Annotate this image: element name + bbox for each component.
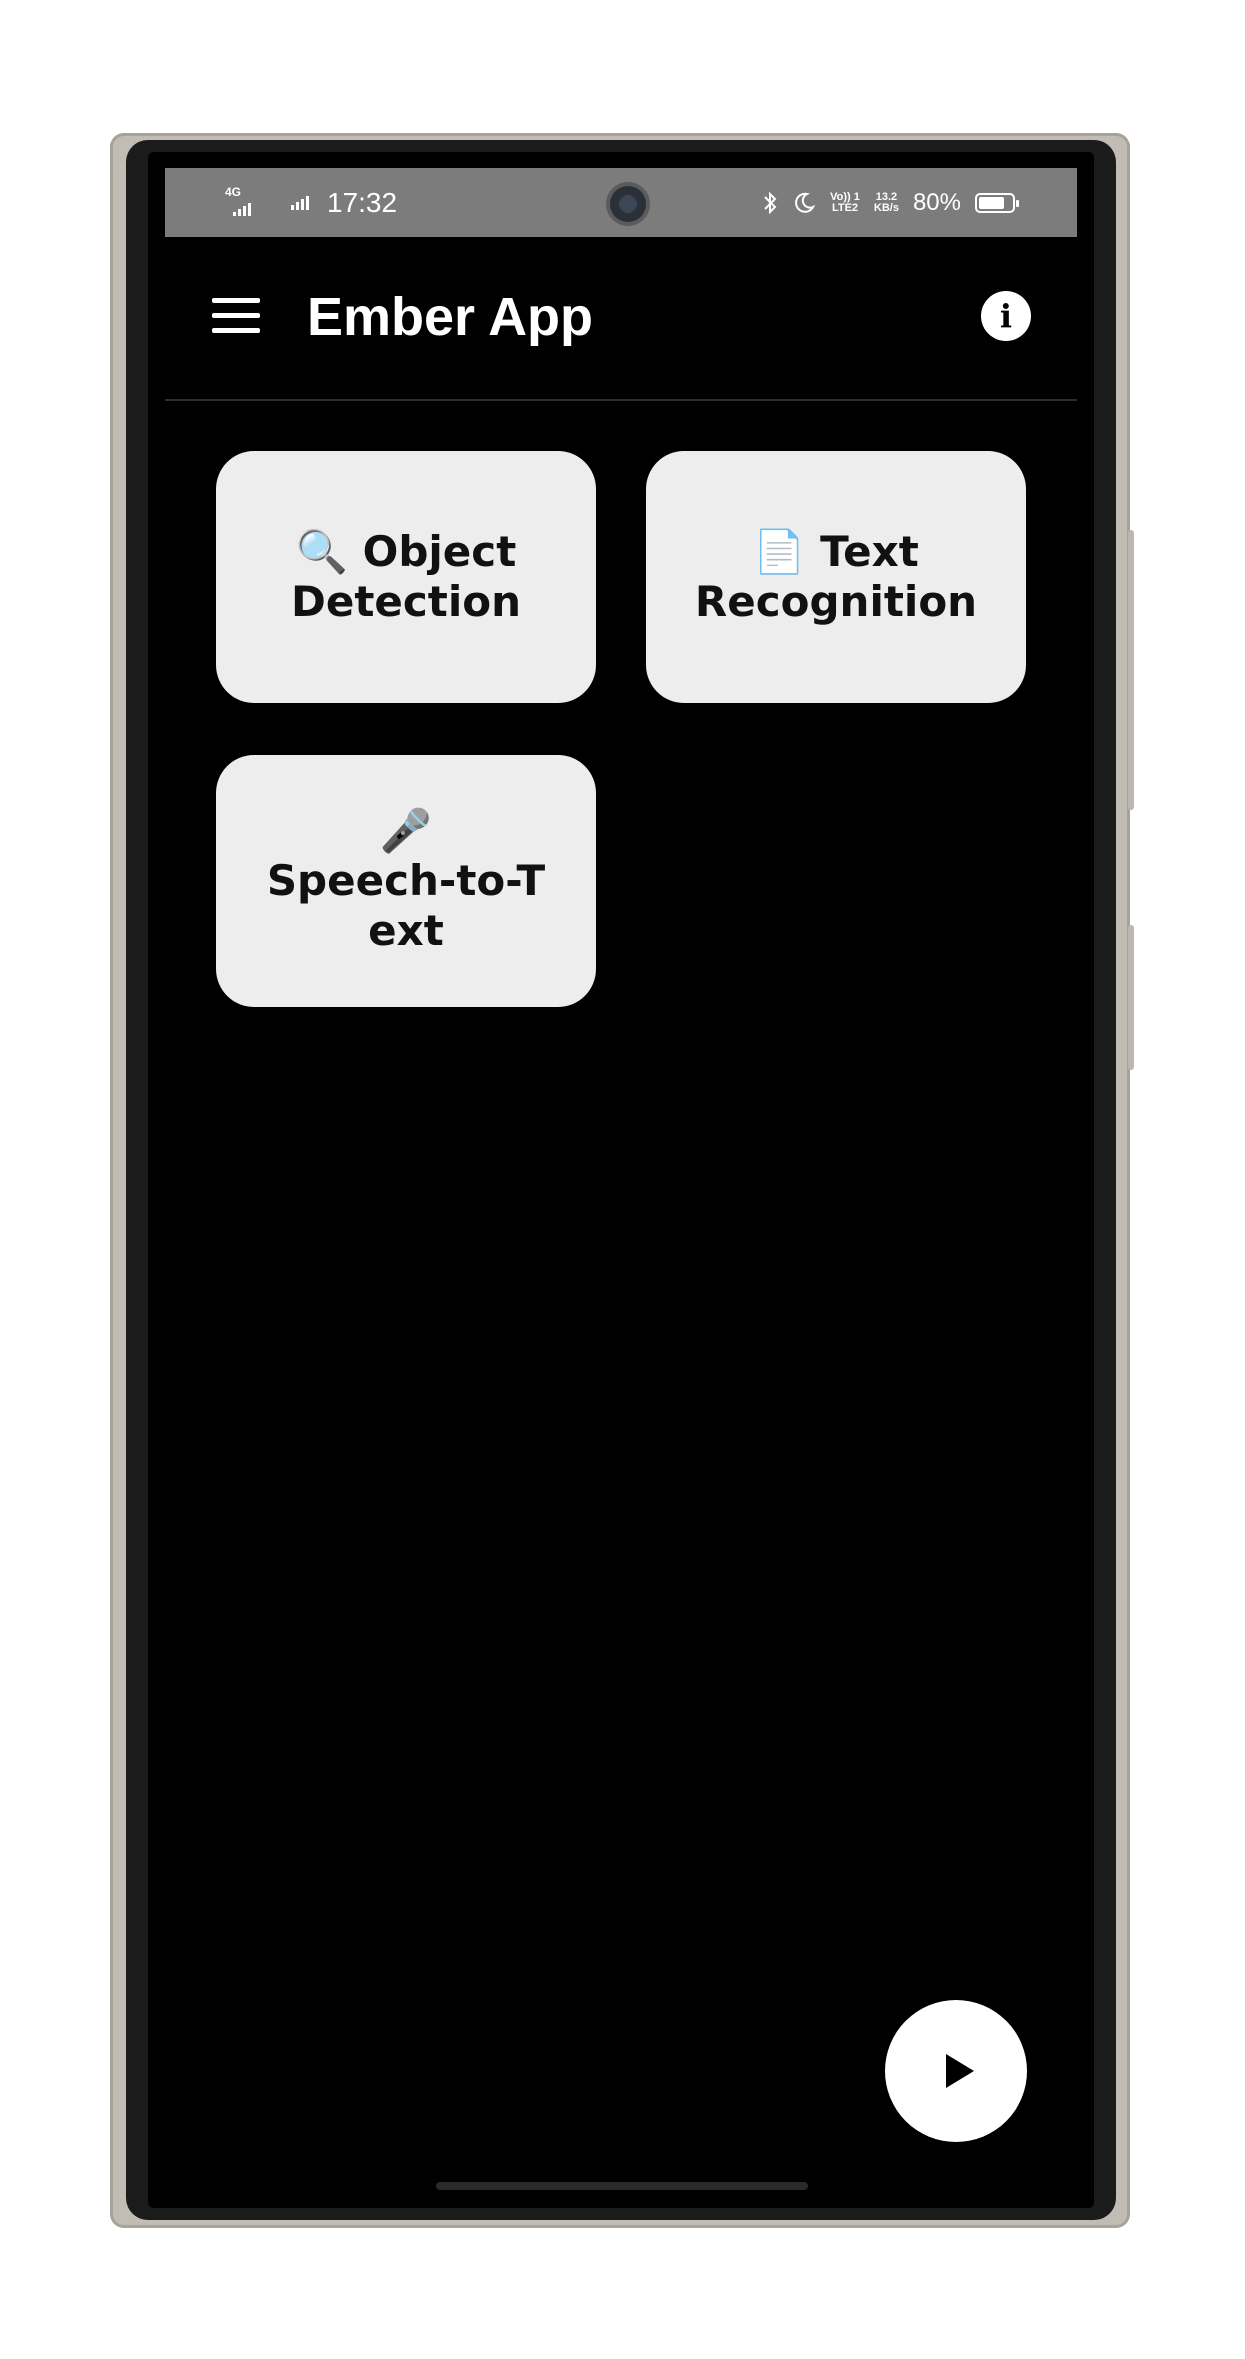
signal-icon	[291, 195, 309, 210]
status-right-group: Vo)) 1 LTE2 13.2 KB/s 80%	[762, 168, 1019, 237]
app-title: Ember App	[307, 287, 594, 347]
microphone-icon: 🎤	[379, 806, 433, 855]
text-recognition-tile[interactable]: 📄 Text Recognition	[646, 451, 1026, 703]
net-speed: 13.2 KB/s	[873, 190, 899, 214]
play-icon	[946, 2054, 974, 2088]
app-bar: Ember App i	[165, 237, 1077, 400]
tile-label: Speech-to-Text	[266, 856, 546, 955]
phone-screen: 4G 17:32 Vo)) 1 LTE2 13.2 KB/s 80% Ember…	[148, 152, 1094, 2208]
network-type-label: 4G	[225, 184, 242, 199]
phone-side-button	[1128, 925, 1134, 1070]
volte-indicator: Vo)) 1 LTE2	[830, 190, 860, 214]
bluetooth-icon	[764, 191, 777, 214]
speech-to-text-tile[interactable]: 🎤 Speech-to-Text	[216, 755, 596, 1007]
battery-fill	[979, 196, 1004, 209]
home-indicator	[436, 2182, 808, 2190]
tile-label: Text Recognition	[694, 527, 978, 626]
status-bar: 4G 17:32 Vo)) 1 LTE2 13.2 KB/s 80%	[165, 168, 1077, 237]
magnifier-icon: 🔍	[295, 527, 349, 576]
info-glyph: i	[999, 297, 1013, 335]
info-icon[interactable]: i	[981, 291, 1031, 341]
app-bar-divider	[165, 399, 1077, 401]
document-icon: 📄	[753, 527, 806, 576]
play-button[interactable]	[885, 2000, 1027, 2142]
status-left-group: 4G 17:32	[225, 168, 397, 237]
do-not-disturb-moon-icon	[795, 192, 816, 213]
front-camera	[610, 186, 646, 222]
phone-side-button	[1128, 530, 1134, 810]
object-detection-tile[interactable]: 🔍 Object Detection	[216, 451, 596, 703]
battery-icon	[975, 192, 1019, 213]
hamburger-menu-icon[interactable]	[212, 296, 260, 336]
status-time: 17:32	[327, 186, 398, 218]
signal-icon: 4G	[225, 186, 269, 220]
battery-percent: 80%	[912, 188, 961, 216]
